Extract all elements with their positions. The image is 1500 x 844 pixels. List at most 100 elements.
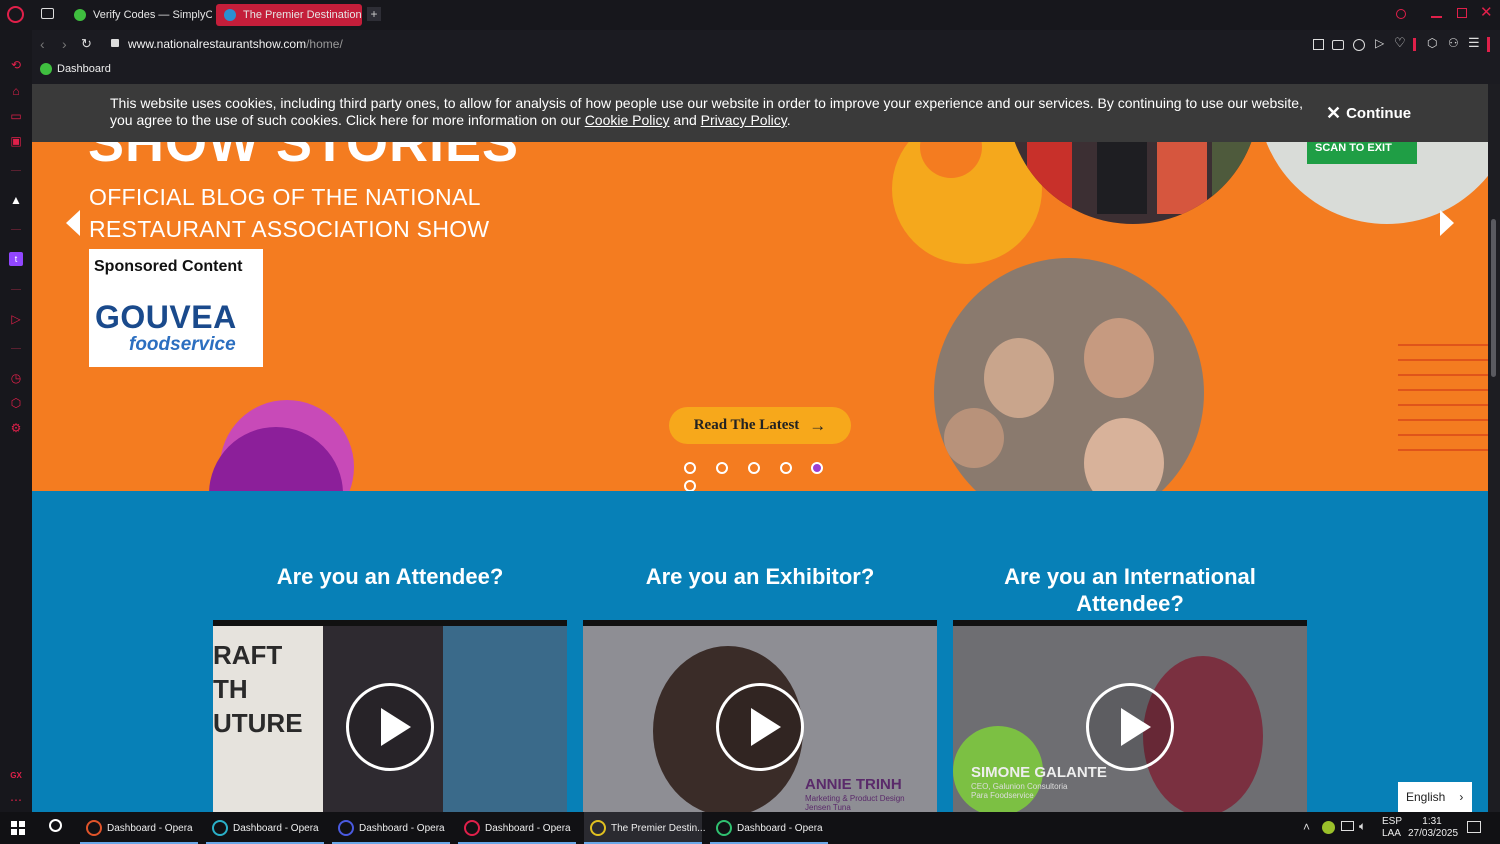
aria-icon[interactable]: ▲	[9, 193, 23, 207]
checkmark-icon	[40, 63, 52, 75]
edit-icon[interactable]	[1313, 39, 1324, 50]
windows-start-icon[interactable]	[11, 821, 25, 835]
hero-carousel: SHOW STORIES OFFICIAL BLOG OF THE NATION…	[32, 84, 1488, 491]
adblock-icon[interactable]	[1353, 39, 1365, 51]
messenger-icon[interactable]: ▣	[9, 134, 23, 148]
hero-subtitle-line-2: RESTAURANT ASSOCIATION SHOW	[89, 216, 490, 242]
tab-premier-destination[interactable]: The Premier Destination f	[216, 4, 362, 26]
page-scrollbar[interactable]	[1488, 84, 1500, 812]
sponsored-content-card[interactable]: Sponsored Content GOUVEA foodservice	[89, 249, 263, 367]
new-tab-button[interactable]: +	[367, 7, 381, 21]
play-icon[interactable]	[346, 683, 434, 771]
play-icon[interactable]	[716, 683, 804, 771]
exhibitor-heading: Are you an Exhibitor?	[645, 564, 875, 589]
opera-icon	[86, 820, 102, 836]
carousel-dot[interactable]	[684, 480, 696, 491]
profile-icon[interactable]: ⚇	[1448, 36, 1459, 50]
shopping-icon[interactable]: ⌂	[9, 84, 23, 98]
carousel-dot[interactable]	[811, 462, 824, 474]
windows-taskbar: Dashboard - Opera Dashboard - Opera Dash…	[0, 812, 1500, 844]
carousel-dot[interactable]	[747, 462, 760, 474]
taskbar-item[interactable]: Dashboard - Opera	[458, 812, 576, 844]
cookie-banner: This website uses cookies, including thi…	[32, 84, 1488, 142]
tray-app-icon[interactable]	[1322, 821, 1335, 834]
sidebar-divider	[11, 289, 21, 290]
privacy-policy-link[interactable]: Privacy Policy	[701, 112, 787, 128]
taskbar-item[interactable]: Dashboard - Opera	[710, 812, 828, 844]
carousel-dot[interactable]	[779, 462, 792, 474]
url-path: /home/	[306, 37, 343, 51]
history-icon[interactable]: ◷	[9, 371, 23, 385]
bookmarks-bar: Dashboard	[32, 58, 1500, 84]
read-latest-label: Read The Latest	[693, 417, 800, 433]
opera-icon	[590, 820, 606, 836]
play-icon[interactable]	[1086, 683, 1174, 771]
carousel-prev-icon[interactable]	[66, 210, 80, 236]
language-label: English	[1406, 790, 1446, 804]
video-person-role: Marketing & Product Design	[805, 794, 905, 803]
divider	[1487, 37, 1490, 52]
cube-icon[interactable]: ⬡	[1427, 36, 1437, 50]
heart-icon[interactable]: ♡	[1394, 35, 1406, 51]
sidebar-divider	[11, 170, 21, 171]
tab-overview-icon[interactable]	[41, 8, 54, 19]
camera-icon[interactable]	[1332, 40, 1344, 50]
twitch-icon[interactable]: t	[9, 252, 23, 266]
back-icon[interactable]: ‹	[40, 36, 45, 52]
search-tabs-icon[interactable]	[1396, 9, 1406, 19]
carousel-next-icon[interactable]	[1440, 210, 1454, 236]
carousel-dot[interactable]	[684, 462, 696, 474]
close-window-button[interactable]: ✕	[1480, 3, 1493, 21]
video-person-company: Jensen Tuna	[805, 803, 851, 812]
send-icon[interactable]: ▷	[1375, 36, 1384, 50]
video-person-name: SIMONE GALANTE	[971, 764, 1107, 781]
volume-icon[interactable]: 🔈︎	[1359, 819, 1366, 834]
scrollbar-thumb[interactable]	[1491, 219, 1496, 377]
easy-setup-icon[interactable]: ☰	[1468, 35, 1480, 51]
settings-gear-icon[interactable]: ⚙	[9, 421, 23, 435]
opera-logo-icon[interactable]	[7, 6, 24, 23]
carousel-dot[interactable]	[715, 462, 728, 474]
sidebar-divider	[11, 229, 21, 230]
divider	[1413, 38, 1416, 51]
tab-verify-codes[interactable]: Verify Codes — SimplyCo	[66, 4, 212, 26]
exhibitor-video[interactable]: ANNIE TRINH Marketing & Product Design J…	[583, 620, 937, 812]
chevron-up-icon[interactable]: ˄	[1303, 820, 1310, 834]
sponsor-logo-sub: foodservice	[129, 334, 236, 355]
close-icon: ✕	[1326, 103, 1342, 123]
url-field[interactable]: www.nationalrestaurantshow.com/home/	[128, 37, 343, 51]
tab-label: Verify Codes — SimplyCo	[93, 9, 212, 21]
player-icon[interactable]: ▷	[9, 312, 23, 326]
crowd-selfie-photo	[934, 258, 1204, 491]
notification-icon[interactable]	[1467, 821, 1481, 833]
chat-icon[interactable]: ▭	[9, 109, 23, 123]
refresh-sync-icon[interactable]: ⟲	[9, 58, 23, 72]
clock[interactable]: 1:31 27/03/2025	[1408, 816, 1458, 840]
forward-icon[interactable]: ›	[62, 36, 67, 52]
video-overlay-text: RAFT TH UTURE	[213, 640, 303, 738]
search-icon[interactable]	[49, 819, 62, 832]
cookie-policy-link[interactable]: Cookie Policy	[585, 112, 670, 128]
extensions-icon[interactable]: ⬡	[9, 396, 23, 410]
carousel-dots	[684, 461, 844, 491]
network-icon[interactable]	[1341, 821, 1354, 831]
more-icon[interactable]: ⋯	[9, 793, 23, 807]
chevron-right-icon: ›	[1459, 790, 1464, 804]
continue-button[interactable]: ✕ Continue	[1326, 103, 1411, 124]
taskbar-item[interactable]: Dashboard - Opera	[80, 812, 198, 844]
taskbar-item[interactable]: Dashboard - Opera	[206, 812, 324, 844]
language-selector[interactable]: English ›	[1398, 782, 1472, 812]
international-video[interactable]: SIMONE GALANTE CEO, Galunion Consultoria…	[953, 620, 1307, 812]
maximize-button[interactable]	[1457, 8, 1467, 18]
read-latest-button[interactable]: Read The Latest →	[669, 407, 851, 444]
minimize-button[interactable]	[1431, 16, 1442, 18]
browser-sidebar: ⟲ ⌂ ▭ ▣ ▲ t ▷ ◷ ⬡ ⚙ GX ⋯	[0, 30, 32, 812]
reload-icon[interactable]: ↻	[81, 36, 92, 52]
web-page: SHOW STORIES OFFICIAL BLOG OF THE NATION…	[32, 84, 1488, 812]
taskbar-item-active[interactable]: The Premier Destin...	[584, 812, 705, 844]
bookmark-dashboard[interactable]: Dashboard	[40, 63, 111, 75]
taskbar-item[interactable]: Dashboard - Opera	[332, 812, 450, 844]
attendee-video[interactable]: RAFT TH UTURE	[213, 620, 567, 812]
input-language[interactable]: ESP LAA	[1382, 816, 1402, 840]
gx-icon[interactable]: GX	[9, 769, 23, 783]
